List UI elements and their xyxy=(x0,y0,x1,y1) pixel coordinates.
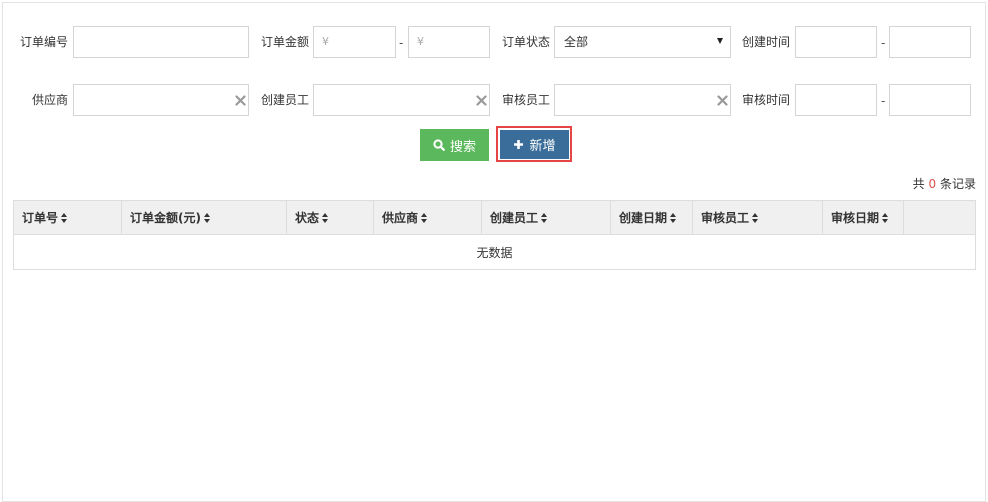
review-time-start-input[interactable] xyxy=(795,84,877,116)
column-header-create-date[interactable]: 创建日期 xyxy=(611,201,693,234)
supplier-label: 供应商 xyxy=(32,93,69,107)
column-header-review-date[interactable]: 审核日期 xyxy=(823,201,904,234)
column-header-creator[interactable]: 创建员工 xyxy=(482,201,611,234)
record-count: 共 0 条记录 xyxy=(913,177,976,191)
order-amount-label: 订单金额 xyxy=(261,35,310,49)
column-header-status[interactable]: 状态 xyxy=(287,201,374,234)
sort-icon xyxy=(670,212,677,223)
caret-down-icon xyxy=(717,38,723,44)
amount-max-placeholder: ¥ xyxy=(417,35,424,48)
record-count-prefix: 共 xyxy=(912,177,925,191)
add-button[interactable]: 新增 xyxy=(500,130,569,159)
table-empty-message: 无数据 xyxy=(476,245,513,260)
plus-icon xyxy=(514,140,524,149)
column-header-actions xyxy=(904,201,975,234)
sort-icon xyxy=(61,212,68,223)
create-time-label: 创建时间 xyxy=(742,35,791,49)
sort-icon xyxy=(421,212,428,223)
amount-min-placeholder: ¥ xyxy=(322,35,329,48)
sort-icon xyxy=(752,212,759,223)
creator-input[interactable] xyxy=(313,84,490,116)
create-time-end-input[interactable] xyxy=(889,26,971,58)
review-time-end-input[interactable] xyxy=(889,84,971,116)
add-button-label: 新增 xyxy=(529,139,556,154)
column-header-supplier[interactable]: 供应商 xyxy=(374,201,482,234)
order-status-value: 全部 xyxy=(564,35,589,49)
order-no-label: 订单编号 xyxy=(20,35,69,49)
review-time-separator: - xyxy=(881,94,886,108)
amount-separator: - xyxy=(399,36,404,50)
create-time-separator: - xyxy=(881,36,886,50)
sort-icon xyxy=(541,212,548,223)
search-icon xyxy=(433,139,445,151)
order-no-input[interactable] xyxy=(73,26,249,58)
sort-icon xyxy=(882,212,889,223)
clear-icon[interactable] xyxy=(717,95,728,106)
sort-icon xyxy=(203,212,211,223)
order-amount-max-input[interactable]: ¥ xyxy=(408,26,490,58)
orders-table: 订单号 订单金额(元) 状态 供应商 创建员工 创建日期 审核员工 审核日期 无… xyxy=(13,200,976,270)
clear-icon[interactable] xyxy=(235,95,246,106)
reviewer-label: 审核员工 xyxy=(502,93,551,107)
order-status-select[interactable]: 全部 xyxy=(554,26,731,58)
record-count-number: 0 xyxy=(928,177,937,191)
search-button-label: 搜索 xyxy=(449,139,476,155)
reviewer-input[interactable] xyxy=(554,84,731,116)
record-count-suffix: 条记录 xyxy=(939,177,976,191)
sort-icon xyxy=(322,212,329,223)
review-time-label: 审核时间 xyxy=(742,93,791,107)
search-button[interactable]: 搜索 xyxy=(420,129,489,161)
column-header-reviewer[interactable]: 审核员工 xyxy=(693,201,823,234)
creator-label: 创建员工 xyxy=(261,93,310,107)
column-header-order-no[interactable]: 订单号 xyxy=(14,201,122,234)
clear-icon[interactable] xyxy=(476,95,487,106)
column-header-order-amount[interactable]: 订单金额(元) xyxy=(122,201,287,234)
supplier-input[interactable] xyxy=(73,84,249,116)
create-time-start-input[interactable] xyxy=(795,26,877,58)
order-amount-min-input[interactable]: ¥ xyxy=(313,26,396,58)
table-header: 订单号 订单金额(元) 状态 供应商 创建员工 创建日期 审核员工 审核日期 xyxy=(14,201,975,235)
order-status-label: 订单状态 xyxy=(502,35,551,49)
